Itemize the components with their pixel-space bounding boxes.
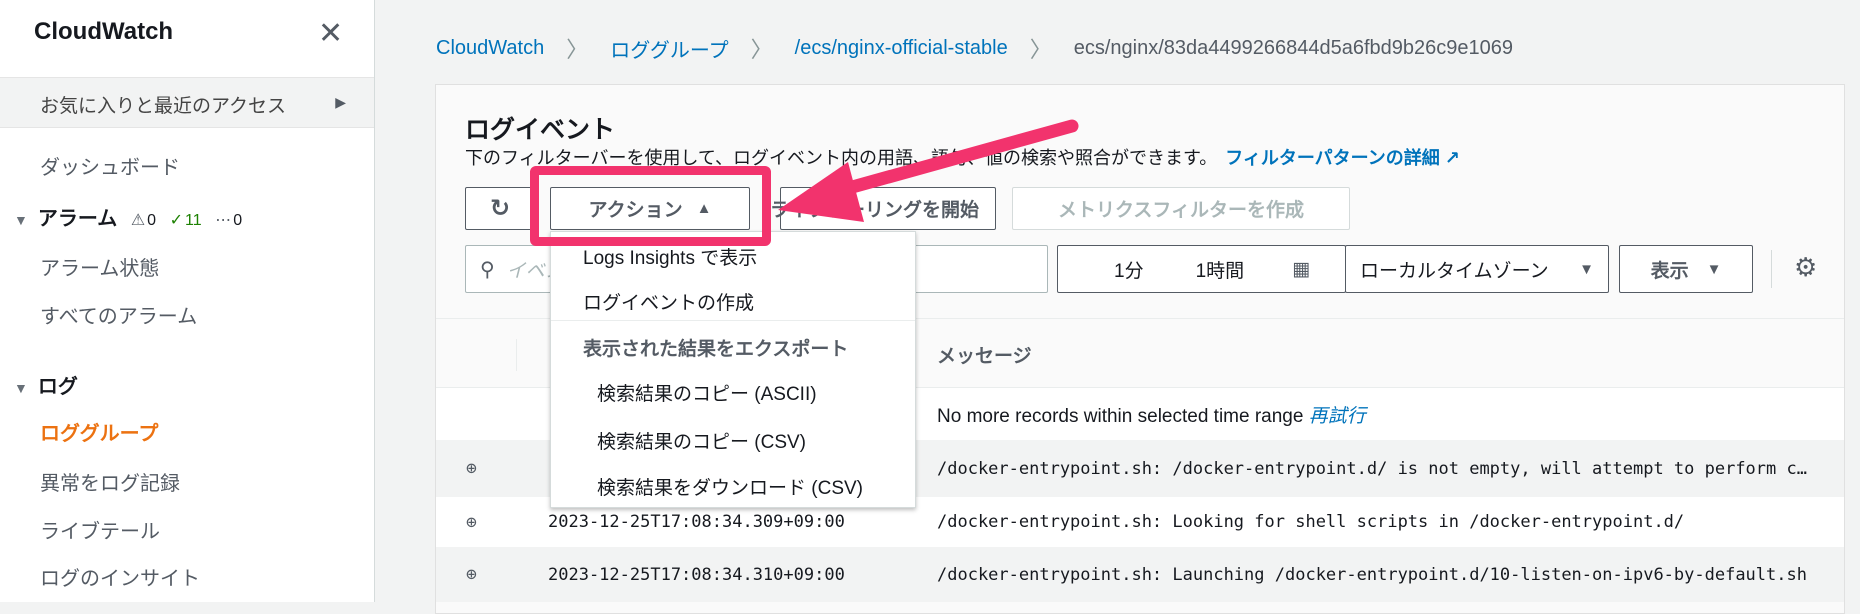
actions-dropdown-menu: Logs Insights で表示 ログイベントの作成 表示された結果をエクスポ… — [550, 231, 916, 508]
breadcrumb-log-group[interactable]: /ecs/nginx-official-stable — [795, 37, 1008, 60]
caret-down-icon: ▼ — [14, 380, 28, 396]
time-range-selector: 1分 1時間 ▦ — [1057, 245, 1346, 293]
expand-row-icon[interactable]: ⊕ — [466, 458, 477, 479]
row-timestamp: 2023-12-25T17:08:34.310+09:00 — [548, 564, 845, 585]
sidebar-section-alarms[interactable]: ▼ アラーム ⚠ 0 ✓ 11 ⋯ 0 — [14, 202, 242, 231]
menu-divider — [551, 320, 915, 321]
refresh-icon: ↻ — [489, 195, 511, 222]
ok-check-icon: ✓ — [169, 212, 184, 229]
display-button[interactable]: 表示 ▼ — [1619, 245, 1753, 293]
row-message: /docker-entrypoint.sh: Launching /docker… — [937, 564, 1807, 585]
breadcrumb: CloudWatch 〉 ロググループ〉 /ecs/nginx-official-… — [436, 32, 1513, 64]
breadcrumb-cloudwatch[interactable]: CloudWatch — [436, 37, 544, 60]
sidebar-item-anomaly[interactable]: 異常をログ記録 — [40, 467, 180, 496]
menu-item-copy-ascii[interactable]: 検索結果のコピー (ASCII) — [597, 379, 817, 406]
timezone-select[interactable]: ローカルタイムゾーン ▼ — [1345, 245, 1609, 293]
time-1h[interactable]: 1時間 — [1196, 256, 1245, 283]
learn-more-label: フィルターパターンの詳細 — [1225, 148, 1440, 168]
alarms-label: アラーム — [37, 208, 118, 230]
ok-count: 11 — [185, 212, 202, 229]
sidebar-item-live-tail[interactable]: ライブテール — [40, 515, 160, 544]
external-link-icon: ↗ — [1444, 148, 1460, 168]
no-more-label: No more records within selected time ran… — [937, 405, 1304, 427]
highlight-annotation-box — [530, 166, 771, 246]
favorites-toggle[interactable]: お気に入りと最近のアクセス ▶ — [0, 77, 374, 128]
divider — [1771, 250, 1772, 288]
warning-icon: ⚠ — [130, 212, 146, 229]
menu-item-logs-insights[interactable]: Logs Insights で表示 — [583, 243, 757, 270]
sidebar-title: CloudWatch — [34, 18, 174, 45]
menu-item-download-csv[interactable]: 検索結果をダウンロード (CSV) — [597, 473, 863, 500]
column-divider — [516, 339, 517, 371]
menu-item-create-log-event[interactable]: ログイベントの作成 — [583, 288, 754, 315]
sidebar-section-logs[interactable]: ▼ ログ — [14, 370, 78, 399]
retry-link[interactable]: 再試行 — [1309, 406, 1366, 427]
menu-item-copy-csv[interactable]: 検索結果のコピー (CSV) — [597, 427, 806, 454]
sidebar-item-dashboard[interactable]: ダッシュボード — [40, 151, 180, 180]
sidebar: CloudWatch ✕ お気に入りと最近のアクセス ▶ ダッシュボード ▼ アラー… — [0, 0, 375, 602]
sidebar-item-insights[interactable]: ログのインサイト — [40, 562, 200, 591]
logs-label: ログ — [37, 376, 78, 398]
breadcrumb-current: ecs/nginx/83da4499266844d5a6fbd9b26c9e10… — [1073, 36, 1514, 59]
insufficient-count: 0 — [233, 212, 243, 229]
search-icon: ⚲ — [480, 258, 495, 281]
chevron-right-icon: 〉 — [566, 37, 589, 62]
caret-down-icon: ▼ — [1706, 260, 1722, 278]
refresh-button[interactable]: ↻ — [465, 187, 535, 230]
expand-row-icon[interactable]: ⊕ — [466, 564, 477, 585]
chevron-right-icon: 〉 — [750, 37, 773, 62]
insufficient-icon: ⋯ — [215, 212, 232, 229]
no-more-records-text: No more records within selected time ran… — [937, 401, 1817, 428]
metric-filter-label: メトリクスフィルターを作成 — [1057, 200, 1305, 221]
breadcrumb-log-groups[interactable]: ロググループ — [610, 34, 728, 63]
expand-row-icon[interactable]: ⊕ — [466, 512, 477, 533]
page-title: ログイベント — [465, 116, 616, 144]
gear-icon[interactable]: ⚙ — [1794, 252, 1817, 283]
caret-right-icon: ▶ — [335, 94, 346, 110]
sidebar-item-all-alarms[interactable]: すべてのアラーム — [40, 300, 197, 329]
caret-down-icon: ▼ — [1579, 260, 1594, 278]
learn-more-link[interactable]: フィルターパターンの詳細 ↗ — [1225, 148, 1460, 168]
calendar-icon[interactable]: ▦ — [1292, 258, 1310, 281]
sidebar-item-alarm-state[interactable]: アラーム状態 — [40, 252, 159, 281]
row-message: /docker-entrypoint.sh: /docker-entrypoin… — [937, 458, 1817, 479]
row-message: /docker-entrypoint.sh: Looking for shell… — [937, 512, 1685, 532]
caret-down-icon: ▼ — [14, 212, 28, 228]
timezone-value: ローカルタイムゾーン — [1360, 260, 1549, 282]
display-label: 表示 — [1650, 260, 1689, 282]
alarm-count: 0 — [147, 212, 157, 229]
sidebar-item-log-groups[interactable]: ロググループ — [40, 417, 158, 446]
close-icon[interactable]: ✕ — [318, 16, 343, 51]
row-timestamp: 2023-12-25T17:08:34.309+09:00 — [548, 512, 845, 532]
arrow-annotation-icon — [778, 119, 1079, 222]
favorites-label: お気に入りと最近のアクセス — [40, 96, 287, 117]
table-row[interactable]: ⊕ 2023-12-25T17:08:34.310+09:00/docker-en… — [436, 547, 1844, 602]
column-header-message[interactable]: メッセージ — [937, 341, 1032, 368]
chevron-right-icon: 〉 — [1029, 37, 1052, 62]
time-1m[interactable]: 1分 — [1114, 256, 1144, 283]
menu-group-export: 表示された結果をエクスポート — [583, 339, 849, 360]
